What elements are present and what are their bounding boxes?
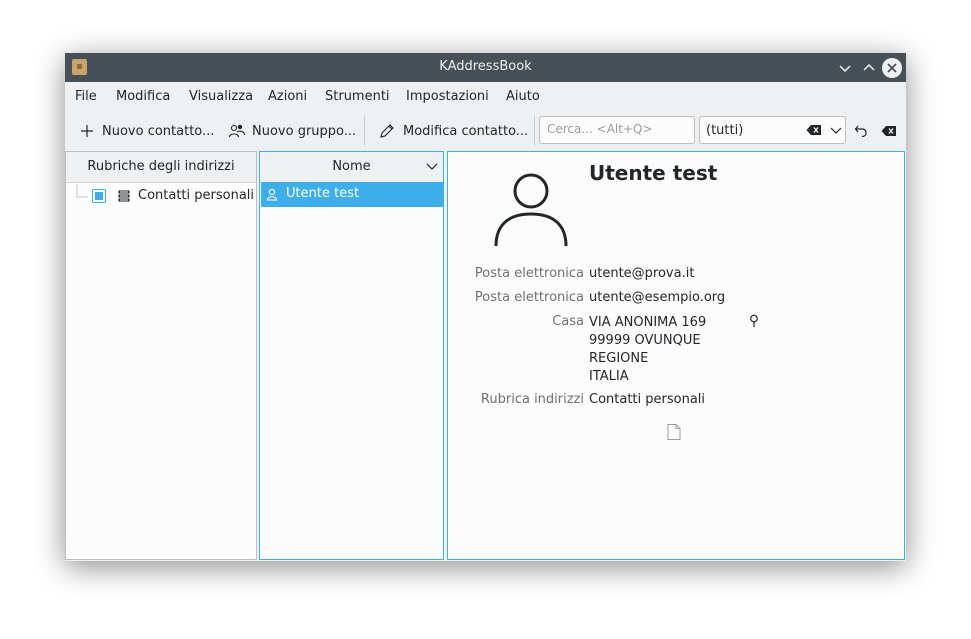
menu-strumenti[interactable]: Strumenti bbox=[325, 89, 390, 104]
map-pin-icon[interactable] bbox=[749, 314, 759, 328]
search-input[interactable]: Cerca... <Alt+Q> bbox=[539, 116, 695, 144]
contact-list-pane: Nome Utente test bbox=[259, 151, 444, 560]
contact-list-header[interactable]: Nome bbox=[260, 152, 443, 183]
new-group-label: Nuovo gruppo... bbox=[252, 123, 357, 139]
addressbook-field-value: Contatti personali bbox=[589, 392, 706, 407]
undo-icon[interactable] bbox=[854, 124, 868, 138]
menu-azioni[interactable]: Azioni bbox=[268, 89, 307, 104]
addressbook-field-label: Rubrica indirizzi bbox=[480, 392, 584, 407]
sort-chevron-icon bbox=[426, 163, 438, 170]
edit-contact-button[interactable]: Modifica contatto... bbox=[379, 120, 528, 142]
address-value: VIA ANONIMA 169 99999 OVUNQUE REGIONE IT… bbox=[589, 314, 706, 386]
addressbook-header-label: Rubriche degli indirizzi bbox=[87, 159, 235, 174]
address-label: Casa bbox=[552, 314, 584, 329]
address-line: VIA ANONIMA 169 bbox=[589, 315, 707, 330]
addressbook-header[interactable]: Rubriche degli indirizzi bbox=[66, 152, 256, 183]
title-bar[interactable]: KAddressBook bbox=[65, 53, 906, 82]
contact-list-header-label: Nome bbox=[332, 159, 371, 174]
address-line: REGIONE bbox=[589, 351, 649, 366]
addressbook-pane: Rubriche degli indirizzi Contatti person… bbox=[65, 151, 257, 560]
contact-list-item-label: Utente test bbox=[286, 186, 360, 201]
email-value[interactable]: utente@esempio.org bbox=[589, 290, 725, 305]
new-group-button[interactable]: Nuovo gruppo... bbox=[228, 120, 356, 142]
email-value[interactable]: utente@prova.it bbox=[589, 266, 694, 281]
toolbar: Nuovo contatto... Nuovo gruppo... Modifi… bbox=[65, 112, 906, 150]
menu-bar: File Modifica Visualizza Azioni Strument… bbox=[65, 82, 906, 112]
email-label: Posta elettronica bbox=[474, 266, 584, 281]
chevron-down-icon[interactable] bbox=[830, 126, 842, 136]
addressbook-checkbox[interactable] bbox=[92, 189, 106, 203]
addressbook-icon bbox=[118, 190, 130, 202]
menu-modifica[interactable]: Modifica bbox=[116, 89, 170, 104]
pencil-icon bbox=[380, 124, 394, 138]
new-contact-button[interactable]: Nuovo contatto... bbox=[79, 120, 214, 142]
addressbook-item-label: Contatti personali bbox=[138, 188, 255, 203]
addressbook-item[interactable]: Contatti personali bbox=[66, 184, 256, 208]
close-icon[interactable] bbox=[882, 58, 902, 78]
window-title: KAddressBook bbox=[439, 59, 532, 74]
address-line: 99999 OVUNQUE bbox=[589, 333, 701, 348]
contact-list-item[interactable]: Utente test bbox=[261, 182, 443, 207]
contact-detail-pane: Utente test Posta elettronica utente@pro… bbox=[447, 151, 905, 560]
contact-name: Utente test bbox=[589, 161, 718, 185]
edit-contact-label: Modifica contatto... bbox=[403, 123, 529, 139]
toolbar-separator bbox=[534, 116, 535, 146]
clear-text-icon[interactable] bbox=[806, 124, 822, 136]
person-icon bbox=[266, 188, 278, 201]
menu-visualizza[interactable]: Visualizza bbox=[189, 89, 253, 104]
tree-branch bbox=[76, 184, 88, 198]
toolbar-separator bbox=[364, 116, 365, 146]
filter-value: (tutti) bbox=[706, 123, 744, 138]
maximize-icon[interactable] bbox=[859, 58, 879, 78]
new-contact-label: Nuovo contatto... bbox=[102, 123, 215, 139]
address-line: ITALIA bbox=[589, 369, 629, 384]
vcard-icon[interactable] bbox=[667, 424, 681, 440]
avatar-icon bbox=[494, 173, 568, 247]
app-window: KAddressBook File Modifica Visualizza Az… bbox=[65, 53, 906, 561]
group-icon bbox=[228, 124, 246, 138]
email-label: Posta elettronica bbox=[474, 290, 584, 305]
minimize-icon[interactable] bbox=[835, 58, 855, 78]
menu-file[interactable]: File bbox=[75, 89, 97, 104]
clear-search-icon[interactable] bbox=[881, 125, 897, 137]
filter-combobox[interactable]: (tutti) bbox=[699, 116, 846, 144]
menu-aiuto[interactable]: Aiuto bbox=[506, 89, 540, 104]
plus-icon bbox=[81, 125, 93, 137]
menu-impostazioni[interactable]: Impostazioni bbox=[406, 89, 489, 104]
